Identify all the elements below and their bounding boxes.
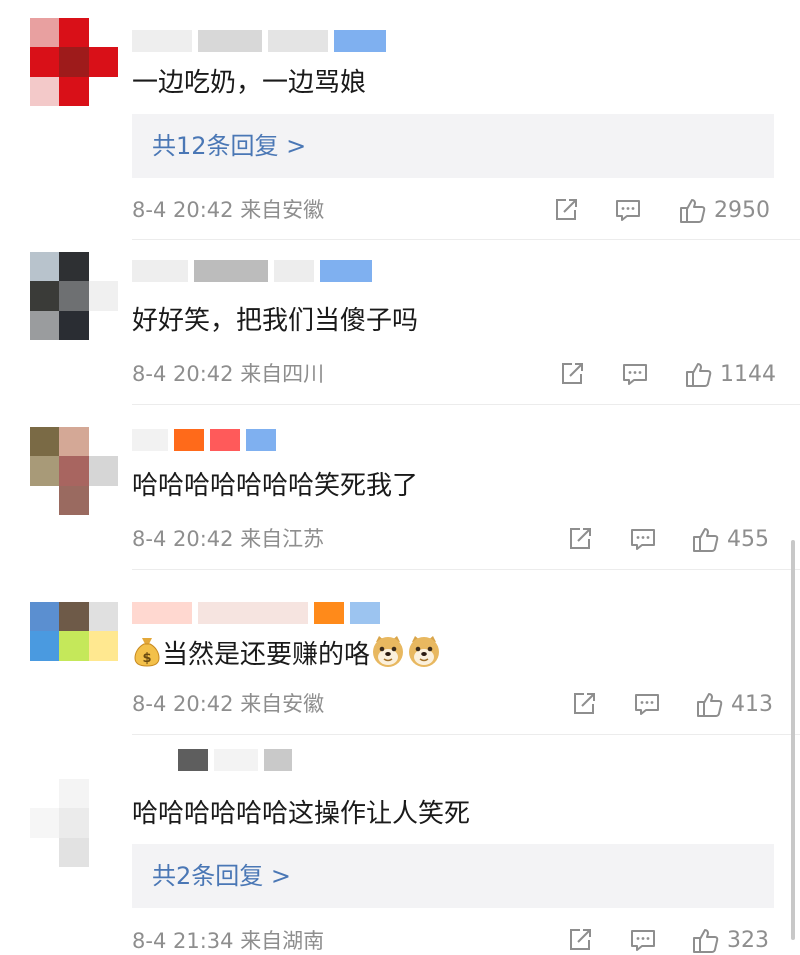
comment-date: 8-4 20:42 xyxy=(132,362,234,386)
like-button[interactable]: 323 xyxy=(691,925,769,955)
thumbs-up-icon xyxy=(693,929,719,953)
like-count: 323 xyxy=(727,927,769,953)
username-redacted[interactable] xyxy=(132,602,380,624)
comment-icon xyxy=(635,694,659,715)
comment-icon xyxy=(616,200,640,221)
comment-meta: 8-4 21:34 来自湖南 xyxy=(132,927,324,955)
comment-button[interactable] xyxy=(629,524,657,554)
thumbs-up-icon xyxy=(693,528,719,552)
share-button[interactable] xyxy=(566,524,594,554)
comment-item: 哈哈哈哈哈哈这操作让人笑死 共2条回复 > 8-4 21:34 来自湖南 323 xyxy=(0,735,800,955)
like-count: 1144 xyxy=(720,361,776,387)
share-button[interactable] xyxy=(566,925,594,955)
comment-date: 8-4 20:42 xyxy=(132,692,234,716)
like-button[interactable]: 1144 xyxy=(684,359,776,389)
comment-button[interactable] xyxy=(629,925,657,955)
replies-link[interactable]: 共12条回复 > xyxy=(152,114,306,178)
avatar[interactable] xyxy=(30,779,118,867)
comment-date: 8-4 21:34 xyxy=(132,929,234,953)
username-redacted[interactable] xyxy=(132,260,372,282)
share-icon xyxy=(574,693,595,714)
comment-text-body: 当然是还要赚的咯 xyxy=(162,640,371,670)
avatar[interactable] xyxy=(30,18,118,106)
comment-location: 来自安徽 xyxy=(240,198,325,222)
comment-item: $ 当然是还要赚的咯 8-4 20:42 来自安徽 413 xyxy=(0,570,800,735)
replies-box[interactable]: 共2条回复 > xyxy=(132,844,774,908)
share-button[interactable] xyxy=(558,359,586,389)
thumbs-up-icon xyxy=(686,363,712,387)
comment-icon xyxy=(631,930,655,951)
comment-meta: 8-4 20:42 来自安徽 xyxy=(132,690,324,718)
like-button[interactable]: 2950 xyxy=(678,195,770,225)
comment-text: 哈哈哈哈哈哈哈笑死我了 xyxy=(132,471,419,501)
comment-icon xyxy=(631,529,655,550)
comment-item: 一边吃奶，一边骂娘 共12条回复 > 8-4 20:42 来自安徽 2950 xyxy=(0,0,800,240)
comment-button[interactable] xyxy=(633,689,661,719)
money-bag-icon: $ xyxy=(132,635,162,676)
share-icon xyxy=(556,199,577,220)
comment-date: 8-4 20:42 xyxy=(132,527,234,551)
like-button[interactable]: 413 xyxy=(695,689,773,719)
like-count: 455 xyxy=(727,526,769,552)
comment-text: 好好笑，把我们当傻子吗 xyxy=(132,306,419,336)
username-redacted[interactable] xyxy=(132,429,276,451)
thumbs-up-icon xyxy=(680,199,706,223)
comment-location: 来自四川 xyxy=(240,362,325,386)
share-icon xyxy=(570,528,591,549)
comment-meta: 8-4 20:42 来自江苏 xyxy=(132,525,324,553)
avatar[interactable] xyxy=(30,602,118,690)
username-redacted[interactable] xyxy=(132,30,386,52)
comment-button[interactable] xyxy=(614,195,642,225)
replies-link[interactable]: 共2条回复 > xyxy=(152,844,291,908)
share-button[interactable] xyxy=(552,195,580,225)
scrollbar[interactable] xyxy=(791,540,795,940)
username-redacted[interactable] xyxy=(132,749,292,771)
comment-meta: 8-4 20:42 来自四川 xyxy=(132,360,324,388)
comment-text: 一边吃奶，一边骂娘 xyxy=(132,68,367,98)
like-count: 2950 xyxy=(714,197,770,223)
comment-location: 来自江苏 xyxy=(240,527,325,551)
comment-meta: 8-4 20:42 来自安徽 xyxy=(132,196,324,224)
comment-location: 来自湖南 xyxy=(240,929,325,953)
comment-text: 哈哈哈哈哈哈这操作让人笑死 xyxy=(132,799,471,829)
comment-date: 8-4 20:42 xyxy=(132,198,234,222)
share-icon xyxy=(562,363,583,384)
doge-icon xyxy=(370,634,406,677)
doge-icon xyxy=(406,634,442,677)
like-button[interactable]: 455 xyxy=(691,524,769,554)
comment-item: 好好笑，把我们当傻子吗 8-4 20:42 来自四川 1144 xyxy=(0,240,800,405)
comment-button[interactable] xyxy=(621,359,649,389)
comment-text: $ 当然是还要赚的咯 xyxy=(132,634,442,677)
share-button[interactable] xyxy=(570,689,598,719)
share-icon xyxy=(570,929,591,950)
avatar[interactable] xyxy=(30,427,118,515)
comment-item: 哈哈哈哈哈哈哈笑死我了 8-4 20:42 来自江苏 455 xyxy=(0,405,800,570)
like-count: 413 xyxy=(731,691,773,717)
comment-location: 来自安徽 xyxy=(240,692,325,716)
avatar[interactable] xyxy=(30,252,118,340)
comment-icon xyxy=(623,364,647,385)
svg-text:$: $ xyxy=(142,651,151,666)
thumbs-up-icon xyxy=(697,693,723,717)
replies-box[interactable]: 共12条回复 > xyxy=(132,114,774,178)
